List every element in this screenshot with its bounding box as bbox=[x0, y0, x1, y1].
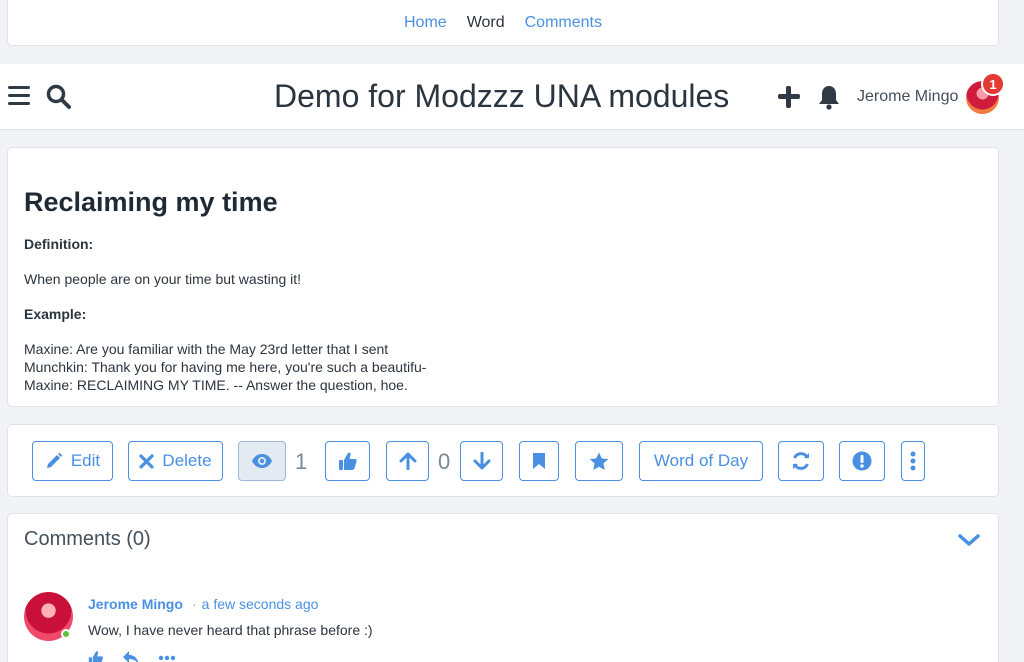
user-name[interactable]: Jerome Mingo bbox=[857, 88, 958, 106]
delete-label: Delete bbox=[162, 451, 212, 470]
search-icon[interactable] bbox=[46, 84, 72, 110]
like-button[interactable] bbox=[325, 441, 370, 481]
example-line: Maxine: Are you familiar with the May 23… bbox=[24, 341, 389, 357]
menu-icon[interactable] bbox=[8, 86, 30, 106]
pencil-icon bbox=[46, 452, 63, 468]
definition-label: Definition: bbox=[24, 236, 94, 252]
notification-badge: 1 bbox=[981, 72, 1005, 96]
refresh-icon bbox=[793, 452, 809, 470]
refresh-button[interactable] bbox=[778, 441, 824, 481]
vote-down-button[interactable] bbox=[460, 441, 503, 481]
chevron-down-icon[interactable] bbox=[958, 532, 980, 548]
example-line: Munchkin: Thank you for having me here, … bbox=[24, 359, 427, 375]
word-of-day-button[interactable]: Word of Day bbox=[639, 441, 763, 481]
actions-bar: Edit Delete 1 0 Word of Day bbox=[7, 424, 999, 497]
comments-title[interactable]: Comments (0) bbox=[24, 528, 151, 551]
word-of-day-label: Word of Day bbox=[653, 451, 749, 470]
plus-icon[interactable] bbox=[778, 86, 800, 108]
example-label: Example: bbox=[24, 306, 87, 322]
nav-word-link[interactable]: Word bbox=[467, 14, 505, 32]
site-title[interactable]: Demo for Modzzz UNA modules bbox=[274, 78, 729, 115]
delete-button[interactable]: Delete bbox=[128, 441, 223, 481]
ellipsis-icon[interactable] bbox=[158, 650, 176, 662]
star-icon bbox=[589, 452, 609, 470]
ellipsis-vertical-icon bbox=[910, 451, 916, 471]
reply-icon[interactable] bbox=[122, 650, 140, 662]
votes-count: 0 bbox=[438, 449, 451, 474]
edit-label: Edit bbox=[70, 451, 101, 470]
edit-button[interactable]: Edit bbox=[32, 441, 113, 481]
example-line: Maxine: RECLAIMING MY TIME. -- Answer th… bbox=[24, 377, 408, 393]
bookmark-icon bbox=[533, 453, 545, 469]
definition-text: When people are on your time but wasting… bbox=[24, 271, 302, 287]
comment-time[interactable]: a few seconds ago bbox=[192, 596, 319, 612]
word-card: Reclaiming my time Definition: When peop… bbox=[7, 147, 999, 407]
eye-icon bbox=[252, 454, 272, 468]
vote-up-button[interactable] bbox=[386, 441, 429, 481]
comment-actions bbox=[88, 650, 176, 662]
nav-comments-link[interactable]: Comments bbox=[525, 14, 602, 32]
more-actions-button[interactable] bbox=[901, 441, 925, 481]
thumbs-up-icon bbox=[338, 452, 357, 470]
example-text: Maxine: Are you familiar with the May 23… bbox=[24, 340, 982, 394]
site-header: Demo for Modzzz UNA modules Jerome Mingo bbox=[0, 64, 1024, 130]
word-title: Reclaiming my time bbox=[24, 187, 278, 217]
bell-icon[interactable] bbox=[818, 84, 840, 110]
comments-section: Comments (0) Jerome Mingo a few seconds … bbox=[7, 513, 999, 662]
top-nav: Home Word Comments bbox=[7, 0, 999, 46]
comment-text: Wow, I have never heard that phrase befo… bbox=[88, 622, 373, 638]
views-button[interactable] bbox=[238, 441, 286, 481]
favorite-button[interactable] bbox=[575, 441, 623, 481]
comment-author[interactable]: Jerome Mingo bbox=[88, 596, 183, 612]
online-status-indicator bbox=[61, 629, 71, 639]
thumbs-up-icon[interactable] bbox=[88, 650, 104, 662]
close-icon bbox=[139, 453, 155, 469]
nav-home-link[interactable]: Home bbox=[404, 14, 447, 32]
bookmark-button[interactable] bbox=[519, 441, 559, 481]
arrow-up-icon bbox=[399, 452, 416, 470]
exclamation-icon bbox=[852, 451, 872, 471]
arrow-down-icon bbox=[473, 452, 490, 470]
views-count: 1 bbox=[295, 449, 308, 474]
report-button[interactable] bbox=[839, 441, 885, 481]
